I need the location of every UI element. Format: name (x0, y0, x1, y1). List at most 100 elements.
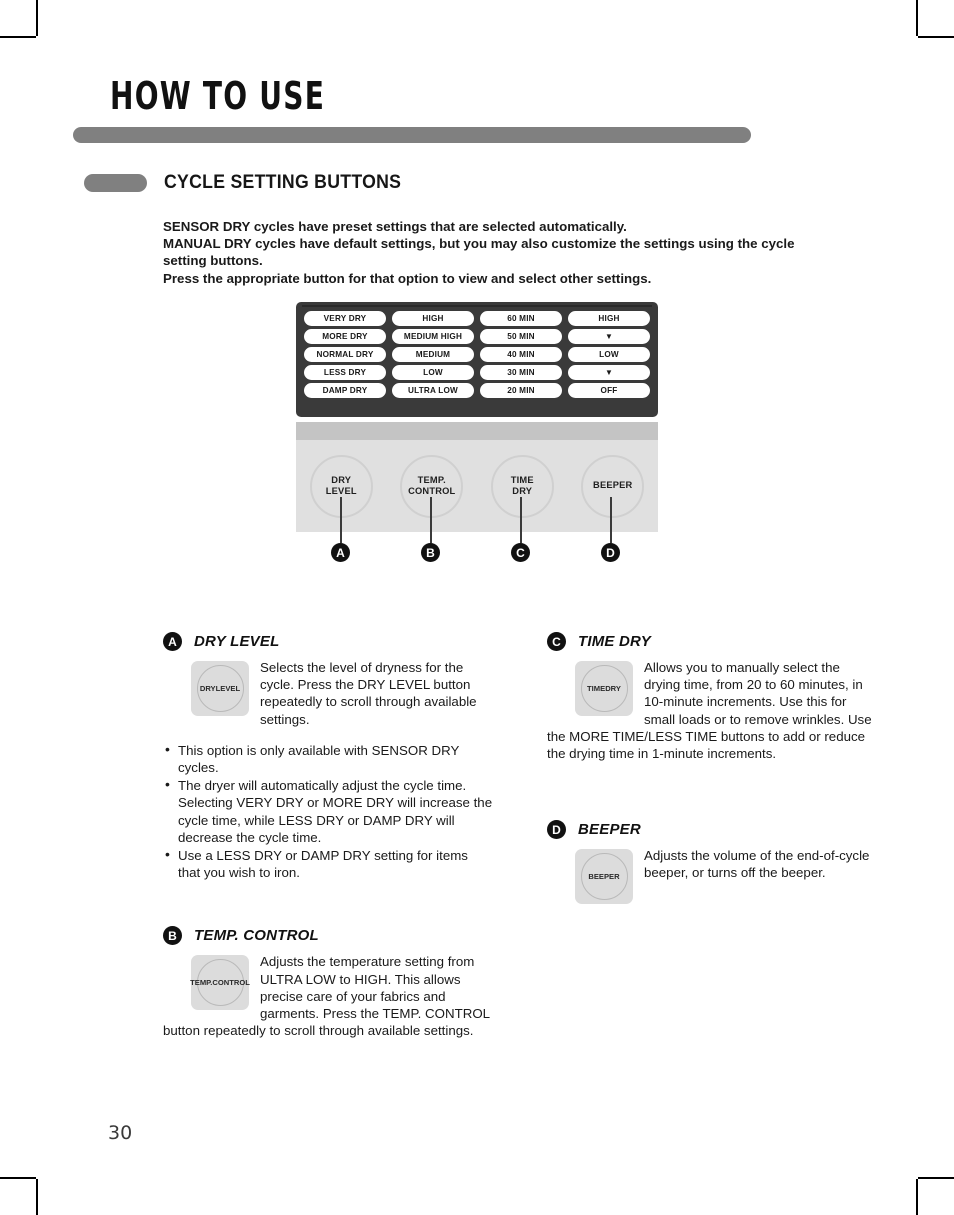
section-bullet-pill (84, 174, 147, 192)
description-time-dry: C TIME DRY TIME DRY Allows you to manuall… (547, 632, 877, 762)
time-dry-button[interactable]: TIME DRY (490, 454, 554, 518)
page-number: 30 (108, 1122, 133, 1144)
crop-mark-bottom-left-horizontal (0, 1177, 36, 1179)
description-text: Selects the level of dryness for the cyc… (260, 660, 477, 727)
descriptions-left-column: A DRY LEVEL DRY LEVEL Selects the level o… (163, 632, 493, 1039)
description-header: D BEEPER (547, 820, 877, 840)
chevron-down-icon: ▼ (568, 365, 650, 380)
description-beeper: D BEEPER BEEPER Adjusts the volume of th… (547, 820, 877, 906)
chapter-title: HOW TO USE (110, 74, 326, 118)
time-dry-button-icon-label: TIME DRY (580, 665, 628, 712)
badge-c: C (547, 632, 566, 651)
crop-mark-top-left-horizontal (0, 36, 36, 38)
description-title: TIME DRY (578, 633, 651, 650)
description-text: Adjusts the volume of the end-of-cycle b… (644, 848, 870, 881)
callout-leader-c (520, 497, 522, 543)
option-chip: DAMP DRY (304, 383, 386, 398)
section-title: CYCLE SETTING BUTTONS (164, 172, 402, 193)
beeper-button-icon: BEEPER (575, 849, 633, 905)
description-header: A DRY LEVEL (163, 632, 493, 651)
panel-divider-band (296, 422, 658, 440)
bullet-item: This option is only available with SENSO… (163, 741, 493, 776)
option-chip: LOW (568, 347, 650, 362)
time-dry-button-label: TIME DRY (510, 474, 534, 497)
description-header: C TIME DRY (547, 632, 877, 651)
description-body: DRY LEVEL Selects the level of dryness fo… (163, 659, 493, 728)
dry-level-bullets: This option is only available with SENSO… (163, 741, 493, 882)
knob-slot: BEEPER (568, 454, 659, 518)
option-chip: NORMAL DRY (304, 347, 386, 362)
callout-marker-c: C (511, 543, 530, 562)
option-chip: 20 MIN (480, 383, 562, 398)
descriptions-right-column: C TIME DRY TIME DRY Allows you to manuall… (547, 632, 877, 906)
dry-level-button-icon-label: DRY LEVEL (196, 665, 244, 712)
option-chip: 40 MIN (480, 347, 562, 362)
temp-control-button-icon: TEMP. CONTROL (190, 955, 250, 1011)
option-chip: LOW (392, 365, 474, 380)
description-header: B TEMP. CONTROL (163, 926, 493, 946)
panel-column-dry-level: VERY DRY MORE DRY NORMAL DRY LESS DRY DA… (304, 311, 386, 398)
crop-mark-top-left-vertical (36, 0, 38, 36)
dry-level-button-label: DRY LEVEL (325, 474, 357, 497)
panel-option-columns: VERY DRY MORE DRY NORMAL DRY LESS DRY DA… (304, 311, 650, 398)
beeper-button[interactable]: BEEPER (581, 454, 645, 518)
option-chip: 50 MIN (480, 329, 562, 344)
callout-marker-b: B (421, 543, 440, 562)
callout-leader-a (340, 497, 342, 543)
option-chip: 60 MIN (480, 311, 562, 326)
panel-button-row: DRY LEVEL TEMP. CONTROL TIME DRY BEEPER (296, 440, 658, 532)
intro-line-2: MANUAL DRY cycles have default settings,… (163, 236, 795, 269)
callout-marker-a: A (331, 543, 350, 562)
description-body: TEMP. CONTROL Adjusts the temperature set… (163, 953, 493, 1039)
option-chip: MORE DRY (304, 329, 386, 344)
header-rule-bar (73, 127, 751, 143)
badge-d: D (547, 820, 566, 840)
description-body: BEEPER Adjusts the volume of the end-of-… (547, 847, 877, 906)
option-chip: MEDIUM HIGH (392, 329, 474, 344)
crop-mark-bottom-left-vertical (36, 1179, 38, 1215)
option-chip: 30 MIN (480, 365, 562, 380)
chevron-down-icon: ▼ (568, 329, 650, 344)
dry-level-button-icon: DRY LEVEL (191, 661, 249, 716)
panel-column-time-dry: 60 MIN 50 MIN 40 MIN 30 MIN 20 MIN (480, 311, 562, 398)
intro-line-1: SENSOR DRY cycles have preset settings t… (163, 219, 627, 234)
option-chip: OFF (568, 383, 650, 398)
description-temp-control: B TEMP. CONTROL TEMP. CONTROL Adjusts the… (163, 926, 493, 1039)
description-title: TEMP. CONTROL (194, 927, 319, 945)
badge-a: A (163, 632, 182, 651)
panel-column-temp-control: HIGH MEDIUM HIGH MEDIUM LOW ULTRA LOW (392, 311, 474, 398)
panel-top-edge-line (302, 305, 652, 307)
temp-control-button-icon-label: TEMP. CONTROL (190, 959, 250, 1007)
description-dry-level: A DRY LEVEL DRY LEVEL Selects the level o… (163, 632, 493, 881)
option-chip: VERY DRY (304, 311, 386, 326)
description-title: BEEPER (578, 821, 641, 839)
crop-mark-top-right-horizontal (918, 36, 954, 38)
badge-b: B (163, 926, 182, 946)
callout-marker-d: D (601, 543, 620, 562)
description-body: TIME DRY Allows you to manually select th… (547, 659, 877, 762)
bullet-item: Use a LESS DRY or DAMP DRY setting for i… (163, 846, 493, 881)
knob-slot: TIME DRY (477, 454, 568, 518)
option-chip: MEDIUM (392, 347, 474, 362)
callout-leader-b (430, 497, 432, 543)
time-dry-button-icon: TIME DRY (575, 661, 633, 716)
option-chip: LESS DRY (304, 365, 386, 380)
intro-line-3: Press the appropriate button for that op… (163, 270, 652, 286)
beeper-button-label: BEEPER (593, 480, 633, 491)
option-chip: ULTRA LOW (392, 383, 474, 398)
control-panel-diagram: VERY DRY MORE DRY NORMAL DRY LESS DRY DA… (296, 302, 658, 562)
option-chip: HIGH (568, 311, 650, 326)
crop-mark-bottom-right-vertical (916, 1179, 918, 1215)
beeper-button-icon-label: BEEPER (580, 853, 628, 901)
crop-mark-bottom-right-horizontal (918, 1177, 954, 1179)
description-title: DRY LEVEL (194, 633, 280, 650)
crop-mark-top-right-vertical (916, 0, 918, 36)
callout-leader-d (610, 497, 612, 543)
temp-control-button-label: TEMP. CONTROL (408, 474, 456, 497)
option-chip: HIGH (392, 311, 474, 326)
bullet-item: The dryer will automatically adjust the … (163, 776, 493, 846)
panel-column-beeper: HIGH ▼ LOW ▼ OFF (568, 311, 650, 398)
intro-text: SENSOR DRY cycles have preset settings t… (163, 218, 823, 287)
